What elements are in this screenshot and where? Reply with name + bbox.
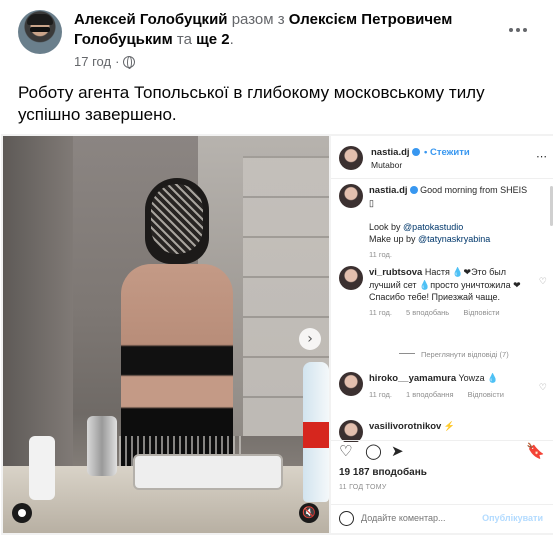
add-comment-bar: Опублікувати [331, 504, 553, 533]
follow-button[interactable]: • Стежити [424, 147, 470, 158]
divider [331, 178, 553, 179]
embedded-screenshot[interactable]: › 🔇 nastia.dj • Стежити Mutabor ⋯ nastia… [1, 134, 553, 535]
bookmark-icon[interactable]: 🔖 [526, 442, 545, 460]
post-header: Алексей Голобуцкий разом з Олексієм Петр… [18, 10, 538, 72]
comment-likes[interactable]: 1 вподобання [406, 390, 454, 399]
sink-shape [133, 454, 283, 490]
divider [331, 440, 553, 441]
comment-avatar[interactable] [339, 266, 363, 290]
publish-button[interactable]: Опублікувати [482, 513, 543, 523]
instagram-sidebar: nastia.dj • Стежити Mutabor ⋯ nastia.dj … [331, 136, 553, 533]
comment-input[interactable] [361, 513, 481, 523]
bottle-shape [29, 436, 55, 500]
chevron-right-icon[interactable]: › [299, 328, 321, 350]
user-tag-icon[interactable] [12, 503, 32, 523]
post-author-line: Алексей Голобуцкий разом з Олексієм Петр… [74, 11, 453, 48]
others-link[interactable]: ще 2 [196, 31, 230, 48]
comment-avatar[interactable] [339, 372, 363, 396]
ig-account-row: nastia.dj • Стежити Mutabor ⋯ [339, 144, 549, 176]
comment-icon[interactable]: ◯ [365, 442, 382, 460]
faucet-shape [87, 416, 117, 476]
more-vertical-icon[interactable]: ⋯ [536, 150, 547, 163]
makeup-by: Make up by [369, 234, 416, 244]
caption-text: Good morning from SHEIS [420, 185, 528, 195]
comment-likes[interactable]: 5 вподобань [406, 308, 449, 317]
posted-ago: 11 ГОД ТОМУ [339, 484, 387, 491]
look-link[interactable]: @patokastudio [403, 222, 463, 232]
hat-shape [27, 14, 53, 25]
makeup-link[interactable]: @tatynaskryabina [418, 234, 490, 244]
caption-box: ▯ [369, 198, 374, 208]
post-time[interactable]: 17 год [74, 54, 111, 69]
comment-time: 11 год. [369, 308, 392, 317]
water-bottle-shape [303, 362, 329, 502]
comment-text: Yowza 💧 [458, 373, 499, 383]
globe-icon [123, 55, 136, 69]
caption-handle[interactable]: nastia.dj [369, 185, 408, 196]
and-word: та [176, 31, 192, 48]
post-photo[interactable]: › 🔇 [3, 136, 329, 533]
verified-icon [411, 148, 420, 156]
caption-time: 11 год. [369, 250, 392, 259]
scrollbar[interactable] [550, 186, 553, 226]
view-replies-link[interactable]: Переглянути відповіді (7) [399, 350, 509, 359]
ig-actions: ♡ ◯ ➤ 🔖 [339, 442, 545, 464]
author-name[interactable]: Алексей Голобуцкий [74, 11, 228, 28]
glasses-shape [30, 27, 50, 32]
comment-handle[interactable]: hiroko__yamamura [369, 373, 456, 384]
heart-icon[interactable]: ♡ [539, 276, 547, 288]
mute-icon[interactable]: 🔇 [299, 503, 319, 523]
post-meta: 17 год · [74, 54, 136, 69]
author-avatar[interactable] [18, 10, 62, 54]
verified-icon [409, 186, 418, 194]
ig-comments: nastia.dj Good morning from SHEIS ▯ Look… [339, 180, 551, 442]
ig-location[interactable]: Mutabor [371, 159, 551, 171]
comment-time: 11 год. [369, 390, 392, 399]
heart-icon[interactable]: ♡ [539, 382, 547, 394]
comment-text: ⚡ [443, 421, 456, 431]
more-horizontal-icon[interactable] [504, 20, 532, 40]
ig-avatar[interactable] [339, 146, 363, 170]
heart-icon[interactable]: ♡ [339, 442, 352, 460]
reply-button[interactable]: Відповісти [468, 390, 504, 399]
comment-handle[interactable]: vi_rubtsova [369, 267, 422, 278]
post-text: Роботу агента Топольської в глибокому мо… [18, 83, 485, 124]
emoji-icon[interactable] [339, 511, 354, 526]
caption-avatar[interactable] [339, 184, 363, 208]
meta-dot: · [115, 54, 120, 69]
reply-button[interactable]: Відповісти [463, 308, 499, 317]
comment-handle[interactable]: vasilivorotnikov [369, 421, 441, 432]
figure-mask-shape [151, 184, 203, 254]
share-icon[interactable]: ➤ [391, 442, 404, 460]
comment-avatar[interactable] [339, 420, 363, 442]
likes-count[interactable]: 19 187 вподобань [339, 467, 427, 478]
ig-handle[interactable]: nastia.dj [371, 147, 410, 158]
look-by: Look by [369, 222, 401, 232]
with-word: разом з [231, 11, 285, 28]
